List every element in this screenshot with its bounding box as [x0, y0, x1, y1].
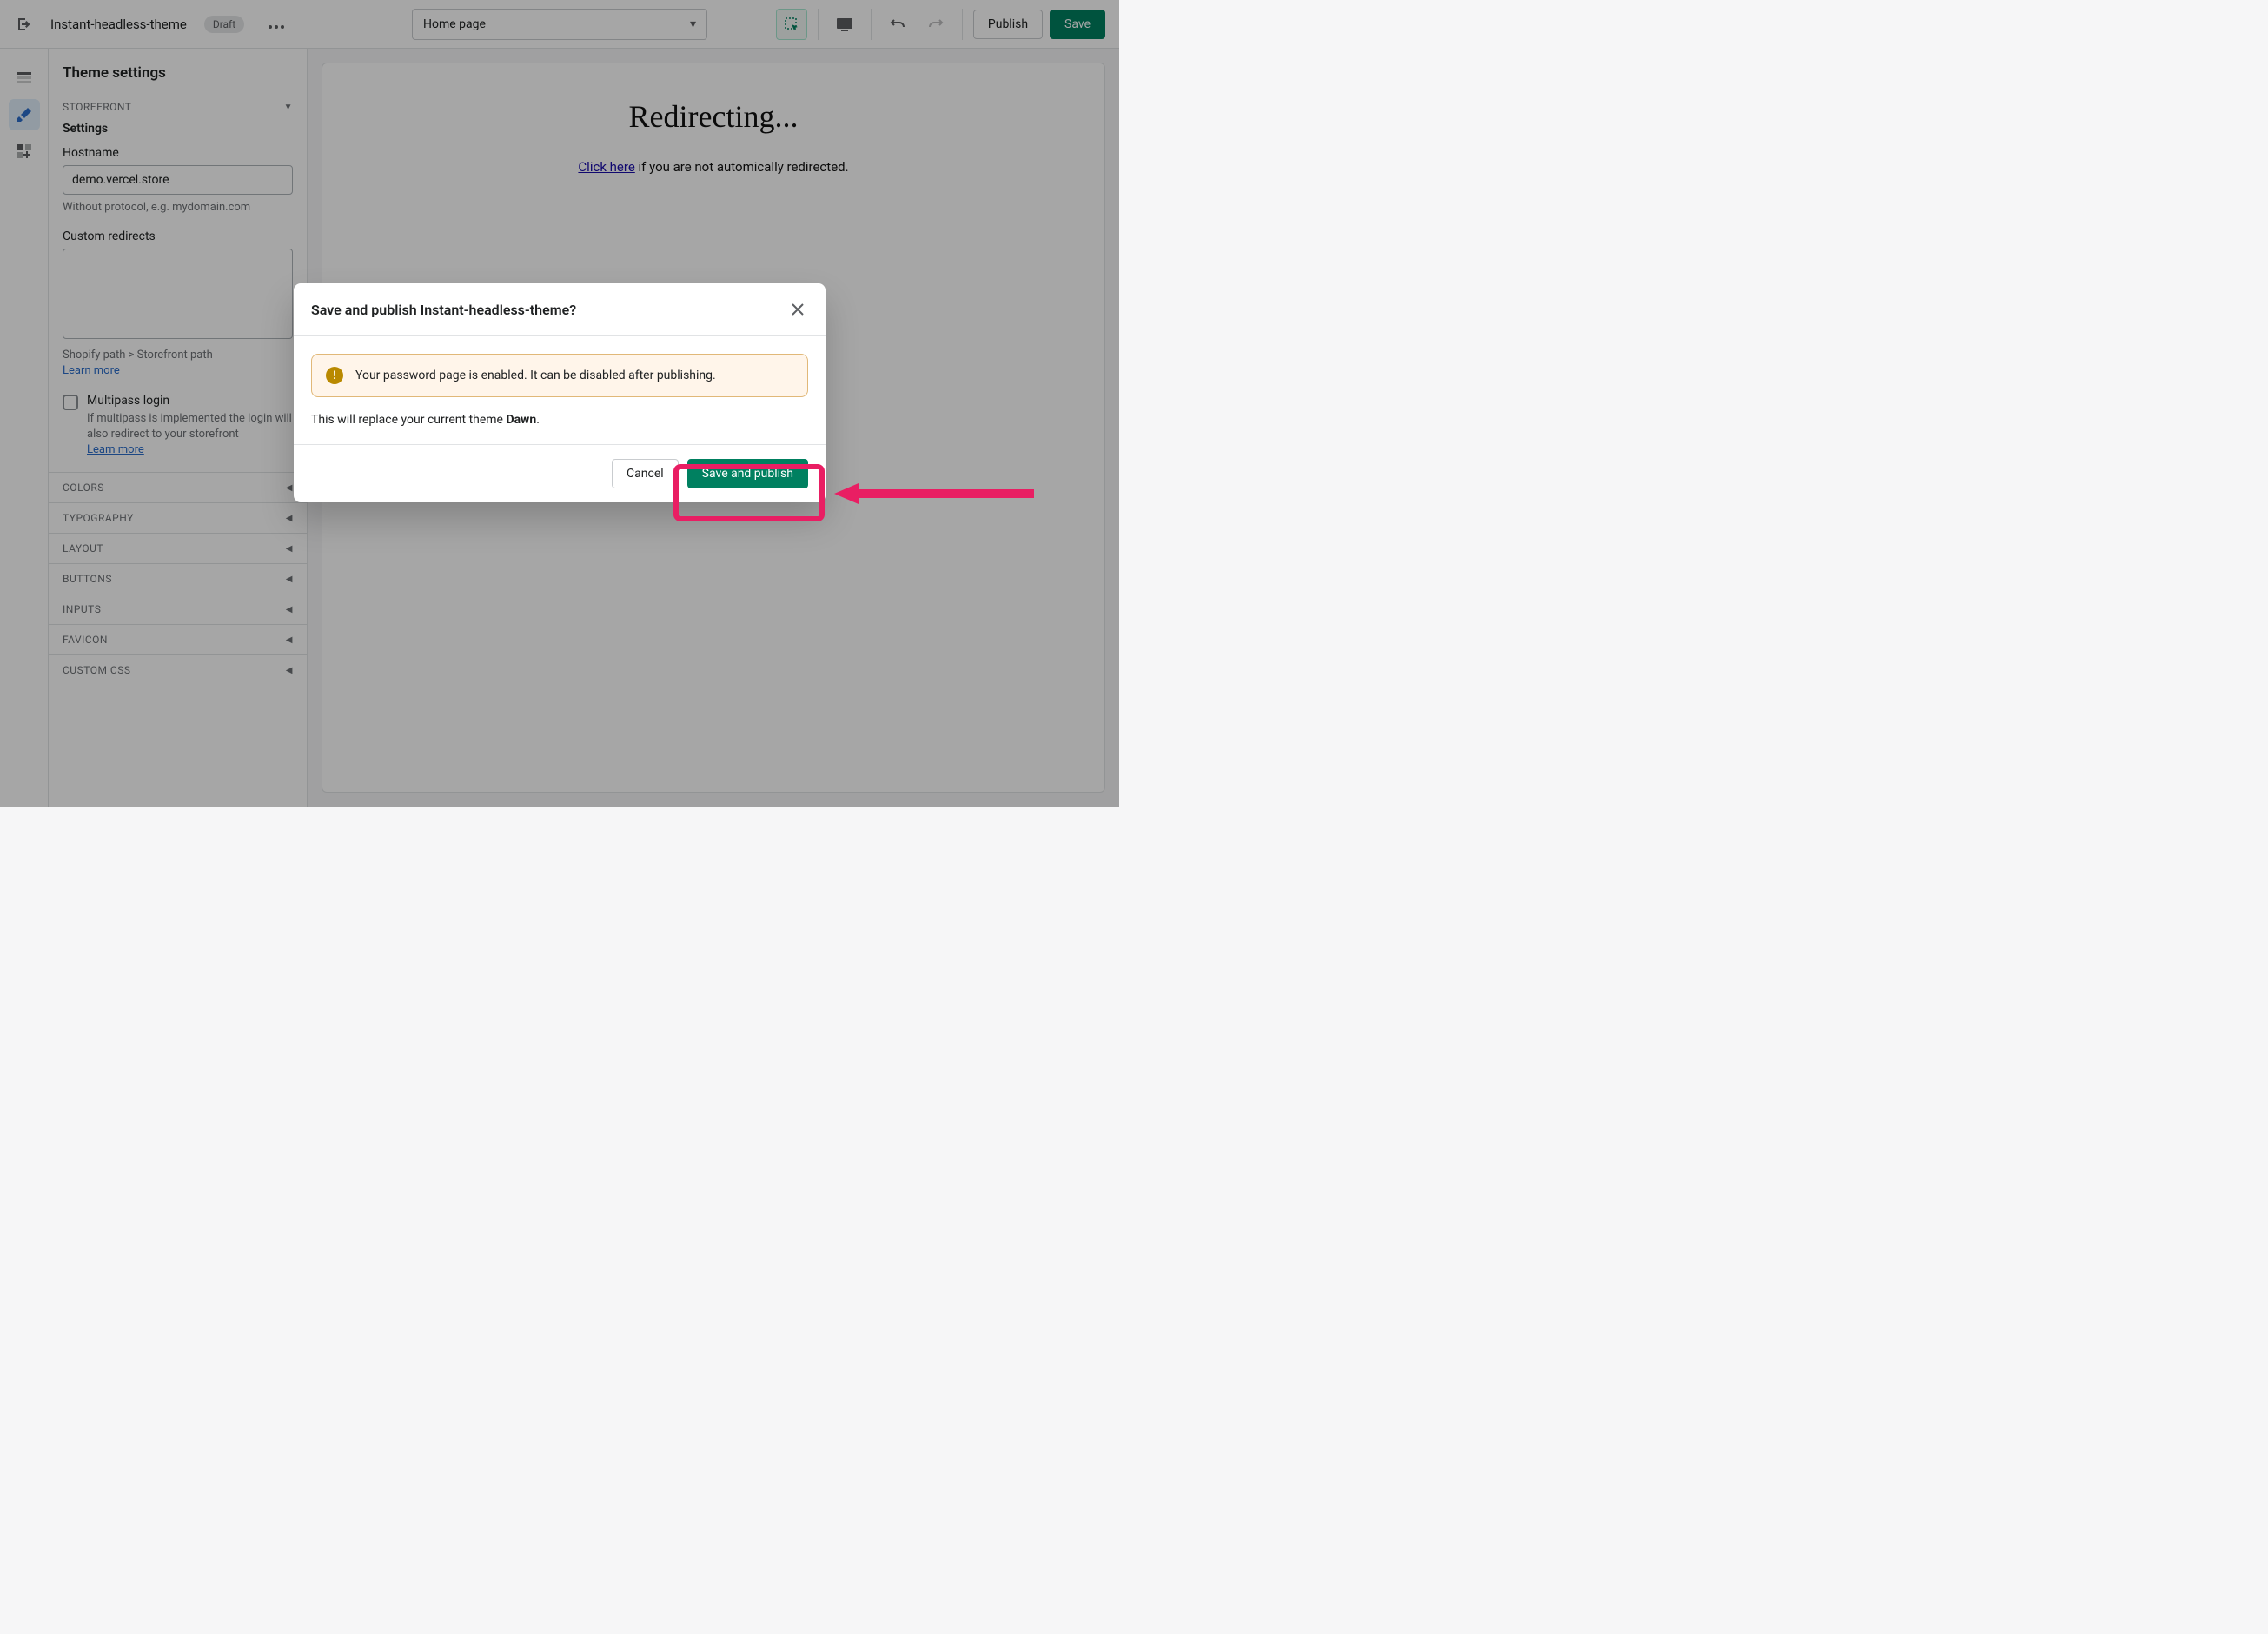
msg-theme: Dawn: [506, 413, 536, 427]
modal-header: Save and publish Instant-headless-theme?: [294, 283, 826, 336]
msg-post: .: [536, 413, 540, 427]
warning-icon: !: [326, 367, 343, 384]
save-publish-button[interactable]: Save and publish: [687, 459, 808, 488]
modal-overlay: Save and publish Instant-headless-theme?…: [0, 0, 1119, 807]
modal-body: ! Your password page is enabled. It can …: [294, 336, 826, 444]
publish-modal: Save and publish Instant-headless-theme?…: [294, 283, 826, 502]
banner-text: Your password page is enabled. It can be…: [355, 369, 716, 382]
modal-message: This will replace your current theme Daw…: [311, 413, 808, 427]
cancel-button[interactable]: Cancel: [612, 459, 679, 488]
close-icon: [790, 302, 806, 317]
modal-title: Save and publish Instant-headless-theme?: [311, 302, 576, 318]
modal-footer: Cancel Save and publish: [294, 444, 826, 502]
warning-banner: ! Your password page is enabled. It can …: [311, 354, 808, 397]
msg-pre: This will replace your current theme: [311, 413, 506, 427]
modal-close-button[interactable]: [787, 299, 808, 320]
